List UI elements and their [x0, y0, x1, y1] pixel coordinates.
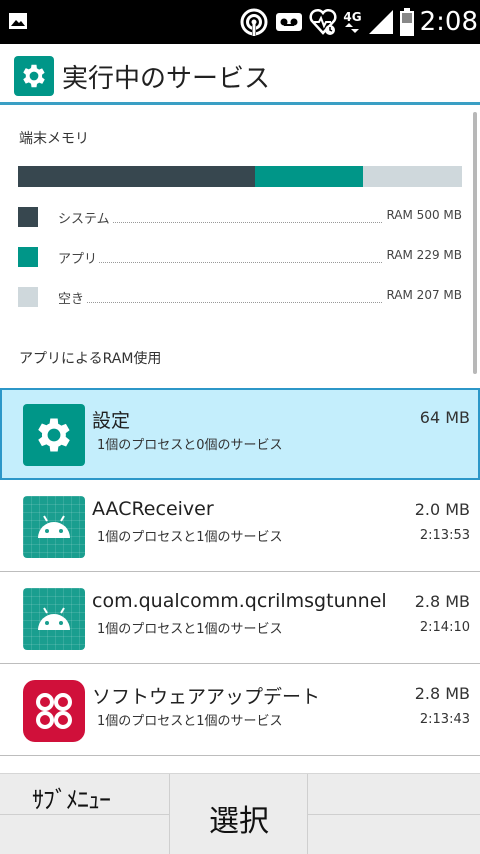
- app-bar-divider: [0, 102, 480, 105]
- gear-icon: [23, 404, 85, 466]
- battery-icon: [399, 8, 414, 36]
- app-ram-size: 2.0 MB: [414, 500, 470, 519]
- apps-section-title: アプリによるRAM使用: [19, 351, 162, 367]
- app-running-time: 2:13:53: [419, 528, 470, 543]
- app-name: AACReceiver: [92, 498, 214, 520]
- memory-bar-apps: [255, 166, 363, 187]
- leader-dots: [58, 302, 382, 303]
- legend-swatch-free: [18, 287, 38, 307]
- clock: 2:08: [419, 7, 478, 37]
- softkey-left-label: ｻﾌﾞﾒﾆｭｰ: [32, 786, 111, 814]
- legend-swatch-apps: [18, 247, 38, 267]
- softkey-right[interactable]: [308, 774, 480, 854]
- picture-icon: [8, 12, 28, 34]
- softkey-center[interactable]: 選択: [170, 774, 308, 854]
- legend-swatch-system: [18, 207, 38, 227]
- legend-value: RAM 500 MB: [384, 208, 462, 222]
- softkey-bar: ｻﾌﾞﾒﾆｭｰ 選択: [0, 773, 480, 854]
- android-icon: [23, 496, 85, 558]
- legend-value: RAM 229 MB: [384, 248, 462, 262]
- memory-bar-system: [18, 166, 256, 187]
- app-process-info: 1個のプロセスと0個のサービス: [97, 438, 283, 453]
- android-icon: [23, 588, 85, 650]
- leader-dots: [58, 262, 382, 263]
- signal-icon: [368, 9, 394, 35]
- legend-system: システム RAM 500 MB: [18, 207, 462, 227]
- app-row-aacreceiver[interactable]: AACReceiver 1個のプロセスと1個のサービス 2.0 MB 2:13:…: [0, 480, 480, 572]
- app-row-qcrilmsgtunnel[interactable]: com.qualcomm.qcrilmsgtunnel 1個のプロセスと1個のサ…: [0, 572, 480, 664]
- memory-bar-free: [362, 166, 462, 187]
- app-ram-size: 2.8 MB: [414, 592, 470, 611]
- software-update-icon: [23, 680, 85, 742]
- health-alarm-icon: [309, 7, 337, 37]
- app-bar: 実行中のサービス: [0, 44, 480, 104]
- app-process-info: 1個のプロセスと1個のサービス: [97, 622, 283, 637]
- app-running-time: 2:13:43: [419, 712, 470, 727]
- app-process-info: 1個のプロセスと1個のサービス: [97, 714, 283, 729]
- softkey-divider: [308, 814, 480, 815]
- gear-icon: [14, 56, 54, 96]
- app-name: ソフトウェアアップデート: [92, 686, 321, 708]
- app-running-time: 2:14:10: [419, 620, 470, 635]
- softkey-left[interactable]: ｻﾌﾞﾒﾆｭｰ: [0, 774, 170, 854]
- legend-label: 空き: [58, 288, 87, 307]
- app-name: 設定: [92, 410, 131, 432]
- app-row-settings[interactable]: 設定 1個のプロセスと0個のサービス 64 MB: [0, 388, 480, 480]
- softkey-center-label: 選択: [209, 804, 269, 839]
- scrollbar[interactable]: [473, 112, 477, 374]
- voicemail-icon: [275, 11, 303, 33]
- legend-value: RAM 207 MB: [384, 288, 462, 302]
- legend-label: システム: [58, 208, 112, 227]
- status-bar: 4G 2:08: [0, 0, 480, 44]
- legend-label: アプリ: [58, 248, 100, 267]
- app-row-software-update[interactable]: ソフトウェアアップデート 1個のプロセスと1個のサービス 2.8 MB 2:13…: [0, 664, 480, 756]
- memory-usage-bar: [18, 166, 462, 187]
- app-name: com.qualcomm.qcrilmsgtunnel: [92, 590, 387, 612]
- hotspot-icon: [239, 7, 269, 37]
- app-process-info: 1個のプロセスと1個のサービス: [97, 530, 283, 545]
- page-title: 実行中のサービス: [62, 64, 271, 94]
- app-ram-size: 2.8 MB: [414, 684, 470, 703]
- memory-section-title: 端末メモリ: [19, 131, 89, 147]
- row-divider: [0, 755, 480, 756]
- app-ram-size: 64 MB: [419, 408, 470, 427]
- legend-free: 空き RAM 207 MB: [18, 287, 462, 307]
- legend-apps: アプリ RAM 229 MB: [18, 247, 462, 267]
- network-type: 4G: [343, 11, 362, 33]
